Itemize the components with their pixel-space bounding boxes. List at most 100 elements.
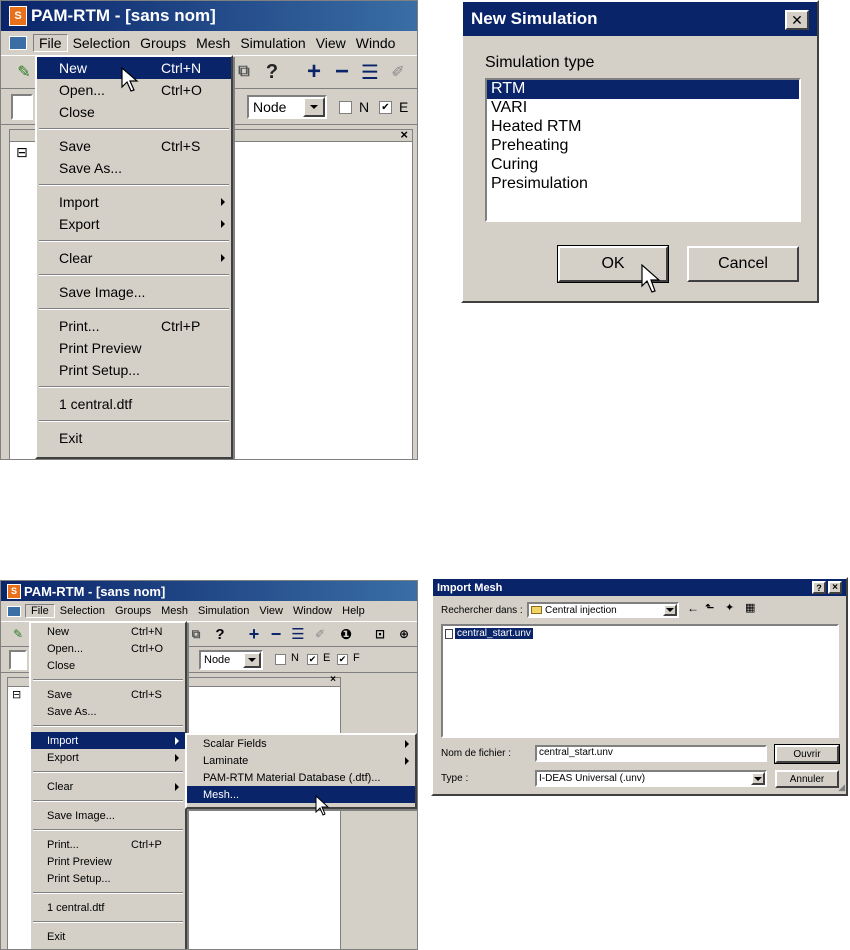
menu-mesh[interactable]: Mesh xyxy=(191,35,235,51)
entity-select[interactable]: Node xyxy=(247,95,327,119)
menu-item-close[interactable]: Close xyxy=(37,101,231,123)
menu-help[interactable]: Help xyxy=(337,605,370,617)
new-doc-icon[interactable]: ✎ xyxy=(13,60,35,84)
menu-view[interactable]: View xyxy=(311,35,351,51)
menu-item-export[interactable]: Export xyxy=(37,213,231,235)
entity-select-dropdown[interactable] xyxy=(303,97,325,117)
menu-item-exit[interactable]: Exit xyxy=(31,928,185,945)
up-folder-icon[interactable]: ⬑ xyxy=(705,601,714,614)
menu-groups[interactable]: Groups xyxy=(110,605,156,617)
remove-icon[interactable]: − xyxy=(331,58,353,85)
pick-icon[interactable]: ✐ xyxy=(311,624,329,644)
menu-simulation[interactable]: Simulation xyxy=(193,605,254,617)
new-doc-icon[interactable]: ✎ xyxy=(9,624,27,644)
open-button[interactable]: Ouvrir xyxy=(774,744,840,764)
menu-item-recent-file[interactable]: 1 central.dtf xyxy=(37,393,231,415)
menu-selection[interactable]: Selection xyxy=(68,35,136,51)
submenu-item-scalar-fields[interactable]: Scalar Fields xyxy=(187,735,415,752)
list-item-curing[interactable]: Curing xyxy=(487,156,799,175)
type-dropdown[interactable] xyxy=(751,772,765,785)
menu-item-new[interactable]: New Ctrl+N xyxy=(31,623,185,640)
file-list[interactable]: central_start.unv xyxy=(441,624,839,738)
simulation-type-list[interactable]: RTM VARI Heated RTM Preheating Curing Pr… xyxy=(485,78,801,222)
open-icon[interactable]: ⧉ xyxy=(187,624,205,644)
menu-file[interactable]: File xyxy=(25,604,55,618)
remove-icon[interactable]: − xyxy=(267,624,285,644)
menu-item-save[interactable]: Save Ctrl+S xyxy=(31,686,185,703)
cancel-button[interactable]: Annuler xyxy=(775,770,839,788)
submenu-item-material-database[interactable]: PAM-RTM Material Database (.dtf)... xyxy=(187,769,415,786)
close-icon[interactable]: × xyxy=(400,127,408,142)
list-item-rtm[interactable]: RTM xyxy=(487,80,799,99)
list-icon[interactable]: ☰ xyxy=(289,624,307,644)
zoom-window-icon[interactable]: ⊡ xyxy=(371,624,389,644)
look-in-select[interactable]: Central injection xyxy=(527,602,679,618)
add-icon[interactable]: + xyxy=(245,624,263,644)
menu-window[interactable]: Window xyxy=(288,605,337,617)
menu-item-recent-file[interactable]: 1 central.dtf xyxy=(31,899,185,916)
menu-item-close[interactable]: Close xyxy=(31,657,185,674)
open-icon[interactable]: ⧉ xyxy=(233,60,255,84)
menu-item-save-as[interactable]: Save As... xyxy=(37,157,231,179)
menu-window[interactable]: Windo xyxy=(351,35,401,51)
system-menu-icon[interactable] xyxy=(9,36,27,50)
system-menu-icon[interactable] xyxy=(7,605,21,617)
tree-expander-icon[interactable]: ⊟ xyxy=(12,688,21,701)
check-f[interactable]: ✔ xyxy=(337,654,348,665)
menu-item-clear[interactable]: Clear xyxy=(37,247,231,269)
check-n[interactable] xyxy=(339,101,352,114)
menu-item-clear[interactable]: Clear xyxy=(31,778,185,795)
menu-simulation[interactable]: Simulation xyxy=(235,35,310,51)
menu-item-print-setup[interactable]: Print Setup... xyxy=(37,359,231,381)
help-icon[interactable]: ? xyxy=(211,624,229,644)
list-item-vari[interactable]: VARI xyxy=(487,99,799,118)
check-n[interactable] xyxy=(275,654,286,665)
back-icon[interactable]: ← xyxy=(687,601,699,615)
resize-grip-icon[interactable]: ◢ xyxy=(838,782,845,793)
menu-item-save-image[interactable]: Save Image... xyxy=(37,281,231,303)
look-in-dropdown[interactable] xyxy=(663,604,677,616)
list-item-heated-rtm[interactable]: Heated RTM xyxy=(487,118,799,137)
zoom-icon[interactable]: ⊕ xyxy=(395,624,413,644)
menu-item-import[interactable]: Import xyxy=(31,732,185,749)
cancel-button[interactable]: Cancel xyxy=(687,246,799,282)
list-icon[interactable]: ☰ xyxy=(359,60,381,84)
menu-item-print[interactable]: Print... Ctrl+P xyxy=(31,836,185,853)
menu-file[interactable]: File xyxy=(33,34,68,52)
help-icon[interactable]: ? xyxy=(261,60,283,84)
field-box[interactable] xyxy=(11,94,33,120)
menu-view[interactable]: View xyxy=(254,605,288,617)
menu-item-import[interactable]: Import xyxy=(37,191,231,213)
menu-item-print-setup[interactable]: Print Setup... xyxy=(31,870,185,887)
menu-item-save-image[interactable]: Save Image... xyxy=(31,807,185,824)
file-item[interactable]: central_start.unv xyxy=(445,628,533,639)
menu-item-open[interactable]: Open... Ctrl+O xyxy=(31,640,185,657)
list-item-preheating[interactable]: Preheating xyxy=(487,137,799,156)
menu-item-save[interactable]: Save Ctrl+S xyxy=(37,135,231,157)
close-icon[interactable]: × xyxy=(330,674,336,685)
close-button[interactable]: × xyxy=(828,581,842,594)
check-e[interactable]: ✔ xyxy=(307,654,318,665)
type-select[interactable]: I-DEAS Universal (.unv) xyxy=(535,770,767,787)
tree-expander-icon[interactable]: ⊟ xyxy=(16,144,28,161)
menu-selection[interactable]: Selection xyxy=(55,605,110,617)
menu-item-export[interactable]: Export xyxy=(31,749,185,766)
new-folder-icon[interactable]: ✦ xyxy=(725,601,734,614)
list-item-presimulation[interactable]: Presimulation xyxy=(487,175,799,194)
submenu-item-laminate[interactable]: Laminate xyxy=(187,752,415,769)
help-button[interactable]: ? xyxy=(812,581,826,594)
view-menu-icon[interactable]: ▦ xyxy=(745,601,755,614)
menu-item-print[interactable]: Print... Ctrl+P xyxy=(37,315,231,337)
menu-groups[interactable]: Groups xyxy=(135,35,191,51)
menu-item-print-preview[interactable]: Print Preview xyxy=(37,337,231,359)
entity-select-dropdown[interactable] xyxy=(243,652,261,668)
menu-item-exit[interactable]: Exit xyxy=(37,427,231,449)
menu-item-print-preview[interactable]: Print Preview xyxy=(31,853,185,870)
filename-input[interactable]: central_start.unv xyxy=(535,745,767,762)
entity-select[interactable]: Node xyxy=(199,650,263,670)
close-button[interactable]: ✕ xyxy=(785,10,809,30)
submenu-item-mesh[interactable]: Mesh... xyxy=(187,786,415,803)
add-icon[interactable]: + xyxy=(303,58,325,85)
pick-icon[interactable]: ✐ xyxy=(387,60,409,84)
info-icon[interactable]: ❶ xyxy=(337,624,355,644)
